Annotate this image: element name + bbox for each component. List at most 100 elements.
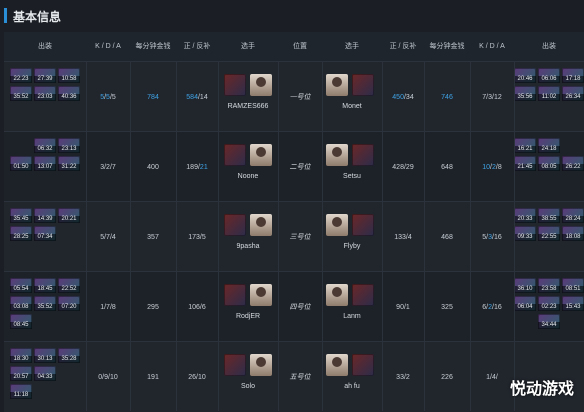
kda-part: 4 [111, 233, 116, 241]
item-icon[interactable]: 06:32 [34, 138, 56, 153]
item-icon[interactable]: 26:22 [562, 156, 584, 171]
item-icon[interactable]: 04:33 [34, 366, 56, 381]
item-icon[interactable] [10, 138, 32, 153]
item-icon[interactable]: 06:06 [538, 68, 560, 83]
item-icon[interactable]: 31:22 [58, 156, 80, 171]
item-icon[interactable]: 20:21 [58, 208, 80, 223]
item-icon[interactable]: 30:13 [34, 348, 56, 363]
item-icon[interactable] [538, 348, 560, 363]
item-icon[interactable]: 03:08 [10, 296, 32, 311]
item-icon[interactable]: 28:25 [10, 226, 32, 241]
item-icon[interactable] [562, 138, 584, 153]
item-icon[interactable]: 35:52 [10, 86, 32, 101]
item-icon[interactable]: 36:10 [514, 278, 536, 293]
player-name[interactable]: Noone [218, 173, 278, 180]
left-gpm: 400 [147, 163, 159, 171]
item-purchase-time: 20:33 [514, 216, 536, 223]
item-icon[interactable]: 26:34 [562, 86, 584, 101]
item-icon[interactable]: 35:56 [514, 86, 536, 101]
player-photo [326, 284, 348, 306]
player-name[interactable]: Monet [322, 103, 382, 110]
player-name[interactable]: RAMZES666 [218, 103, 278, 110]
player-name[interactable]: 9pasha [218, 243, 278, 250]
item-icon[interactable]: 40:36 [58, 86, 80, 101]
item-icon[interactable]: 09:33 [514, 226, 536, 241]
item-icon[interactable]: 11:18 [10, 384, 32, 399]
item-icon[interactable]: 24:18 [538, 138, 560, 153]
item-icon[interactable]: 22:55 [538, 226, 560, 241]
left-kda: 3/2/7 [86, 132, 130, 202]
item-icon[interactable]: 23:03 [34, 86, 56, 101]
item-purchase-time: 06:04 [514, 304, 536, 311]
item-icon[interactable]: 23:58 [538, 278, 560, 293]
left-item-build: 22:23 27:39 10:58 35:52 23:03 40:36 [10, 68, 80, 101]
left-last-hits: 584 / 14 [176, 62, 218, 132]
item-icon[interactable]: 08:05 [538, 156, 560, 171]
lh-part: 450 [392, 93, 404, 101]
item-icon[interactable]: 18:45 [34, 278, 56, 293]
item-icon[interactable]: 18:08 [562, 226, 584, 241]
item-icon[interactable]: 23:13 [58, 138, 80, 153]
left-item-build: 35:45 14:39 20:21 28:25 07:34 [10, 208, 80, 241]
right-item-build: 36:10 23:58 08:51 06:04 02:23 15:43 34:44 [514, 278, 584, 329]
item-icon[interactable]: 27:39 [34, 68, 56, 83]
player-name[interactable]: RodjER [218, 313, 278, 320]
item-icon[interactable]: 10:58 [58, 68, 80, 83]
item-icon[interactable]: 11:02 [538, 86, 560, 101]
item-purchase-time: 28:25 [10, 234, 32, 241]
item-icon[interactable]: 08:45 [10, 314, 32, 329]
item-icon[interactable] [514, 348, 536, 363]
right-gpm: 226 [441, 373, 453, 381]
item-icon[interactable]: 34:44 [538, 314, 560, 329]
item-icon[interactable]: 01:50 [10, 156, 32, 171]
item-purchase-time: 07:34 [34, 234, 56, 241]
left-last-hits: 189 / 21 [176, 132, 218, 202]
item-icon[interactable]: 35:52 [34, 296, 56, 311]
item-icon[interactable]: 22:23 [10, 68, 32, 83]
col-right-lh: 正 / 反补 [389, 43, 417, 50]
divider [218, 61, 219, 411]
left-kda: 5/7/4 [86, 202, 130, 272]
item-icon[interactable]: 13:07 [34, 156, 56, 171]
left-last-hits: 26 / 10 [176, 342, 218, 412]
item-icon[interactable]: 20:57 [10, 366, 32, 381]
item-icon[interactable]: 14:39 [34, 208, 56, 223]
player-name[interactable]: Lanm [322, 313, 382, 320]
item-icon[interactable]: 07:34 [34, 226, 56, 241]
item-icon[interactable]: 22:52 [58, 278, 80, 293]
item-icon[interactable]: 38:55 [538, 208, 560, 223]
item-icon[interactable]: 02:23 [538, 296, 560, 311]
item-purchase-time: 26:22 [562, 164, 584, 171]
player-name[interactable]: Setsu [322, 173, 382, 180]
item-icon[interactable] [58, 366, 80, 381]
item-icon[interactable] [58, 226, 80, 241]
item-icon[interactable]: 05:54 [10, 278, 32, 293]
item-icon[interactable]: 08:51 [562, 278, 584, 293]
item-purchase-time: 08:51 [562, 286, 584, 293]
player-name[interactable]: ah fu [322, 383, 382, 390]
item-icon[interactable]: 20:46 [514, 68, 536, 83]
left-gpm: 191 [147, 373, 159, 381]
item-icon[interactable] [562, 348, 584, 363]
item-purchase-time: 02:23 [538, 304, 560, 311]
left-item-build: 18:30 30:13 35:28 20:57 04:33 11:18 [10, 348, 80, 399]
item-purchase-time: 16:21 [514, 146, 536, 153]
item-purchase-time: 31:22 [58, 164, 80, 171]
item-icon[interactable]: 21:45 [514, 156, 536, 171]
item-icon[interactable]: 28:24 [562, 208, 584, 223]
item-icon[interactable]: 20:33 [514, 208, 536, 223]
item-icon[interactable]: 17:18 [562, 68, 584, 83]
item-icon[interactable]: 18:30 [10, 348, 32, 363]
item-icon[interactable]: 16:21 [514, 138, 536, 153]
item-purchase-time: 35:28 [58, 356, 80, 363]
player-name[interactable]: Solo [218, 383, 278, 390]
item-icon[interactable]: 06:04 [514, 296, 536, 311]
item-purchase-time: 08:45 [10, 322, 32, 329]
item-icon[interactable]: 07:20 [58, 296, 80, 311]
item-icon[interactable]: 35:28 [58, 348, 80, 363]
item-icon[interactable]: 35:45 [10, 208, 32, 223]
item-icon[interactable]: 15:43 [562, 296, 584, 311]
col-left-kda: K / D / A [95, 43, 121, 50]
player-name[interactable]: Flyby [322, 243, 382, 250]
right-item-build: 20:46 06:06 17:18 35:56 11:02 26:34 [514, 68, 584, 101]
